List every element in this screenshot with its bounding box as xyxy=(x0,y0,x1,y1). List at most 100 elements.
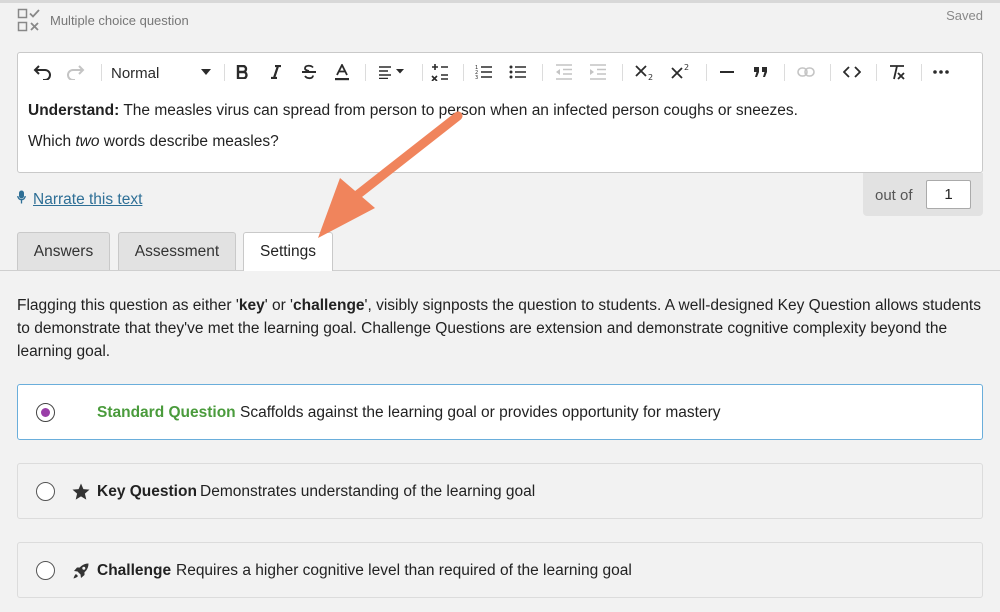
bold-button[interactable] xyxy=(232,61,252,83)
indent-button[interactable] xyxy=(587,61,609,83)
code-icon xyxy=(843,66,861,78)
multiple-choice-icon xyxy=(17,8,41,32)
text-color-button[interactable] xyxy=(332,61,352,83)
redo-icon xyxy=(67,65,85,80)
microphone-icon xyxy=(17,190,26,209)
clear-format-button[interactable] xyxy=(885,61,909,83)
score-panel: out of 1 xyxy=(863,173,983,216)
bold-icon xyxy=(236,65,248,79)
question-editor[interactable]: Normal 1 2 3 2 2 Understand: The measles… xyxy=(17,52,983,173)
question-line-2: Which two words describe measles? xyxy=(28,132,968,152)
superscript-button[interactable]: 2 xyxy=(669,61,693,83)
outdent-button[interactable] xyxy=(553,61,575,83)
more-options-button[interactable] xyxy=(929,61,953,83)
description-key-term: key xyxy=(238,297,265,314)
description-part-1: Flagging this question as either ' xyxy=(17,297,239,314)
bullet-list-icon xyxy=(509,65,526,79)
challenge-radio[interactable] xyxy=(36,561,55,580)
format-select-value: Normal xyxy=(111,64,160,82)
standard-question-description: Scaffolds against the learning goal or p… xyxy=(240,404,721,421)
save-status: Saved xyxy=(946,8,983,23)
question-line-1: Understand: The measles virus can spread… xyxy=(28,101,968,121)
outdent-icon xyxy=(556,64,572,80)
standard-question-radio[interactable] xyxy=(36,403,55,422)
paragraph-format-select[interactable]: Normal xyxy=(111,62,211,84)
toolbar-divider xyxy=(622,64,623,81)
link-button[interactable] xyxy=(794,61,818,83)
undo-button[interactable] xyxy=(30,61,54,83)
tab-settings[interactable]: Settings xyxy=(243,232,333,271)
more-icon xyxy=(933,70,949,74)
narrate-link-label: Narrate this text xyxy=(33,190,143,208)
top-border xyxy=(0,0,1000,3)
horizontal-rule-button[interactable] xyxy=(716,61,738,83)
out-of-label: out of xyxy=(875,187,913,204)
svg-text:2: 2 xyxy=(648,73,653,81)
ordered-list-button[interactable]: 1 2 3 xyxy=(473,61,495,83)
indent-icon xyxy=(590,64,606,80)
formula-button[interactable] xyxy=(429,61,451,83)
subscript-icon: 2 xyxy=(635,65,653,81)
option-standard-question[interactable]: Standard Question Scaffolds against the … xyxy=(17,384,983,440)
subscript-button[interactable]: 2 xyxy=(633,61,657,83)
challenge-description: Requires a higher cognitive level than r… xyxy=(176,562,632,579)
align-dropdown[interactable] xyxy=(376,61,408,83)
superscript-icon: 2 xyxy=(671,63,689,79)
toolbar-divider xyxy=(365,64,366,81)
formula-icon xyxy=(431,64,448,81)
ordered-list-icon: 1 2 3 xyxy=(475,65,492,80)
bullet-list-button[interactable] xyxy=(507,61,529,83)
standard-question-title: Standard Question xyxy=(97,404,236,421)
toolbar-divider xyxy=(830,64,831,81)
toolbar-divider xyxy=(463,64,464,81)
toolbar-divider xyxy=(876,64,877,81)
challenge-title: Challenge xyxy=(97,562,172,579)
undo-icon xyxy=(33,65,51,80)
narrate-link[interactable]: Narrate this text xyxy=(17,190,142,209)
tab-bar-divider xyxy=(0,270,1000,271)
toolbar-divider xyxy=(921,64,922,81)
redo-button[interactable] xyxy=(64,61,88,83)
tab-assessment[interactable]: Assessment xyxy=(118,232,236,270)
strikethrough-button[interactable] xyxy=(299,61,319,83)
chevron-down-icon xyxy=(201,69,211,75)
question-stem: The measles virus can spread from person… xyxy=(119,102,798,119)
editor-toolbar: Normal 1 2 3 2 2 xyxy=(18,53,982,91)
toolbar-divider xyxy=(542,64,543,81)
question-text[interactable]: Understand: The measles virus can spread… xyxy=(28,101,968,152)
option-key-question[interactable]: Key Question Demonstrates understanding … xyxy=(17,463,983,519)
toolbar-divider xyxy=(422,64,423,81)
key-question-radio[interactable] xyxy=(36,482,55,501)
toolbar-divider xyxy=(224,64,225,81)
question-type-label: Multiple choice question xyxy=(50,12,189,28)
toolbar-divider xyxy=(101,64,102,81)
horizontal-rule-icon xyxy=(720,71,734,73)
blockquote-icon xyxy=(754,67,767,77)
question-prompt-end: words describe measles? xyxy=(99,133,279,150)
question-type-header: Multiple choice question xyxy=(17,8,189,32)
italic-button[interactable] xyxy=(266,61,286,83)
link-icon xyxy=(797,67,815,77)
max-score-input[interactable]: 1 xyxy=(926,180,971,209)
key-question-title: Key Question xyxy=(97,483,197,500)
code-button[interactable] xyxy=(840,61,864,83)
clear-format-icon xyxy=(890,65,905,80)
toolbar-divider xyxy=(784,64,785,81)
italic-icon xyxy=(271,65,281,79)
text-color-icon xyxy=(335,63,349,80)
rocket-icon xyxy=(71,561,91,581)
option-challenge[interactable]: Challenge Requires a higher cognitive le… xyxy=(17,542,983,598)
star-icon xyxy=(71,482,91,502)
bloom-level-label: Understand: xyxy=(28,102,120,119)
description-part-2: ' or ' xyxy=(264,297,294,314)
strikethrough-icon xyxy=(302,64,316,80)
blockquote-button[interactable] xyxy=(750,61,772,83)
align-left-icon xyxy=(379,66,404,79)
svg-text:3: 3 xyxy=(475,75,478,80)
tab-answers[interactable]: Answers xyxy=(17,232,110,270)
question-prompt-start: Which xyxy=(28,133,76,150)
key-question-description: Demonstrates understanding of the learni… xyxy=(200,483,536,500)
description-challenge-term: challenge xyxy=(293,297,365,314)
question-prompt-emphasis: two xyxy=(75,133,100,150)
svg-text:2: 2 xyxy=(684,63,689,72)
